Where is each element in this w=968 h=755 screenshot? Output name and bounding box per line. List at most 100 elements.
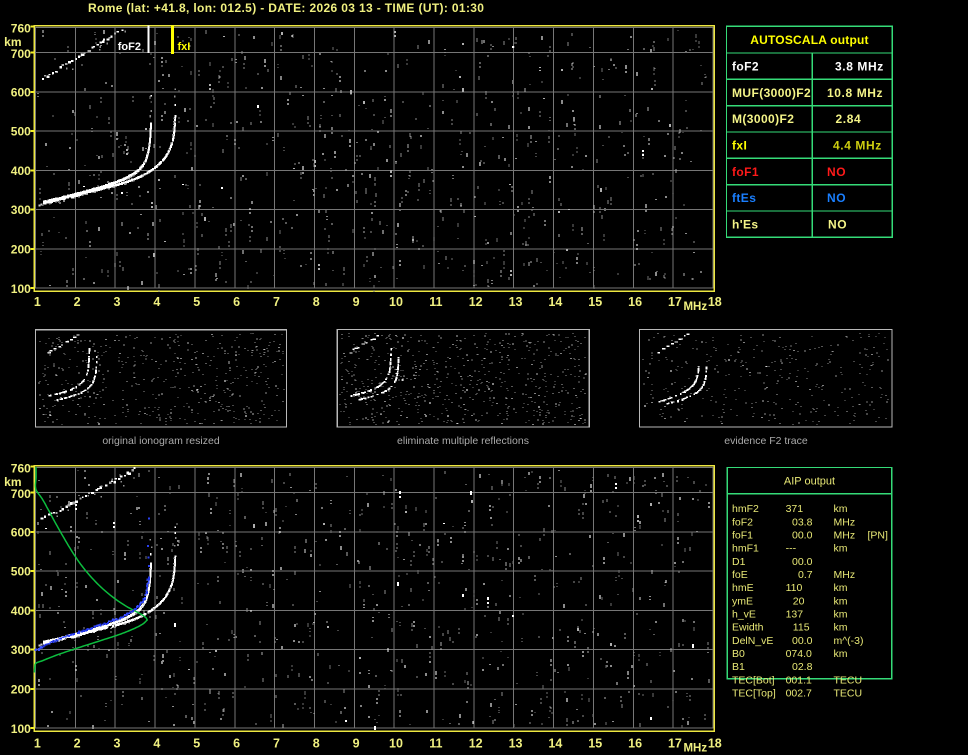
svg-text:TEC[Top]: TEC[Top] [732,688,776,700]
svg-text:00.0: 00.0 [792,635,813,647]
svg-text:15: 15 [588,737,602,751]
svg-text:074.0: 074.0 [786,648,812,660]
svg-text:17: 17 [668,737,682,751]
svg-text:m^(-3): m^(-3) [834,635,864,647]
svg-text:760: 760 [11,462,31,476]
svg-text:km: km [834,648,848,660]
svg-text:7: 7 [273,737,280,751]
svg-text:12: 12 [469,295,483,309]
svg-text:evidence F2 trace: evidence F2 trace [724,435,808,447]
svg-text:D1: D1 [732,556,746,568]
svg-text:200: 200 [11,242,31,256]
svg-text:03.8: 03.8 [792,516,813,528]
svg-text:20: 20 [793,595,805,607]
svg-text:100: 100 [11,722,31,736]
svg-text:8: 8 [313,295,320,309]
svg-text:002.7: 002.7 [786,688,812,700]
svg-text:500: 500 [11,125,31,139]
svg-text:1: 1 [34,737,41,751]
svg-text:MUF(3000)F2: MUF(3000)F2 [732,86,811,100]
svg-text:500: 500 [11,565,31,579]
svg-text:10: 10 [389,737,403,751]
svg-text:400: 400 [11,604,31,618]
svg-text:0.7: 0.7 [798,569,813,581]
svg-text:600: 600 [11,525,31,539]
svg-text:1: 1 [34,295,41,309]
svg-text:11: 11 [429,737,442,751]
svg-text:3: 3 [114,295,121,309]
svg-text:eliminate multiple reflections: eliminate multiple reflections [397,435,529,447]
svg-text:h'Es: h'Es [732,218,758,232]
svg-text:16: 16 [628,295,642,309]
svg-text:18: 18 [708,737,722,751]
svg-text:hmF2: hmF2 [732,503,759,515]
svg-text:DelN_vE: DelN_vE [732,635,773,647]
svg-text:foF1: foF1 [732,530,753,542]
svg-text:115: 115 [793,622,810,634]
svg-text:600: 600 [11,85,31,99]
svg-text:8: 8 [313,737,320,751]
svg-text:MHz: MHz [683,301,707,313]
svg-text:110: 110 [786,582,803,594]
svg-text:400: 400 [11,164,31,178]
svg-text:ymE: ymE [732,595,753,607]
svg-text:TECU: TECU [834,674,863,686]
svg-text:5: 5 [193,295,200,309]
svg-text:12: 12 [469,737,483,751]
svg-text:15: 15 [588,295,602,309]
svg-text:fxI: fxI [178,41,191,53]
svg-text:NO: NO [828,218,847,232]
svg-text:9: 9 [353,295,360,309]
svg-text:371: 371 [786,503,804,515]
svg-text:13: 13 [509,295,523,309]
svg-text:16: 16 [628,737,642,751]
svg-text:foF2: foF2 [118,41,141,53]
svg-text:4: 4 [153,295,160,309]
svg-text:5: 5 [193,737,200,751]
svg-text:km: km [834,609,848,621]
svg-text:7: 7 [273,295,280,309]
svg-text:14: 14 [548,295,562,309]
svg-text:001.1: 001.1 [786,674,812,686]
svg-text:km: km [834,543,848,555]
svg-text:MHz: MHz [834,516,856,528]
svg-text:B1: B1 [732,661,745,673]
svg-text:[PN]: [PN] [868,530,889,542]
svg-text:foE: foE [732,569,748,581]
svg-text:Rome (lat: +41.8, lon: 012.5): Rome (lat: +41.8, lon: 012.5) - DATE: 20… [88,1,484,15]
svg-text:NO: NO [827,191,846,205]
svg-text:11: 11 [429,295,442,309]
svg-text:13: 13 [509,737,523,751]
svg-text:km: km [834,595,848,607]
svg-text:137: 137 [786,609,804,621]
svg-text:10: 10 [389,295,403,309]
svg-text:hmE: hmE [732,582,754,594]
svg-text:TEC[Bot]: TEC[Bot] [732,674,775,686]
svg-text:3: 3 [114,737,121,751]
svg-text:NO: NO [827,165,846,179]
svg-text:2: 2 [74,737,81,751]
svg-text:original ionogram resized: original ionogram resized [102,435,219,447]
svg-text:fxI: fxI [732,139,747,153]
svg-text:100: 100 [11,282,31,296]
svg-text:---: --- [786,543,797,555]
svg-text:10.8 MHz: 10.8 MHz [827,86,883,100]
svg-text:300: 300 [11,643,31,657]
svg-text:17: 17 [668,295,682,309]
svg-text:MHz: MHz [834,569,856,581]
svg-text:14: 14 [548,737,562,751]
svg-text:h_vE: h_vE [732,609,756,621]
svg-text:2.84: 2.84 [836,112,862,126]
svg-text:700: 700 [11,487,31,501]
svg-text:02.8: 02.8 [792,661,813,673]
svg-text:00.0: 00.0 [792,556,813,568]
svg-text:18: 18 [708,295,722,309]
svg-text:km: km [834,582,848,594]
svg-text:km: km [834,622,848,634]
svg-text:300: 300 [11,203,31,217]
svg-text:B0: B0 [732,648,745,660]
svg-text:ftEs: ftEs [732,191,756,205]
svg-text:foF1: foF1 [732,165,759,179]
svg-text:km: km [834,503,848,515]
svg-text:9: 9 [353,737,360,751]
